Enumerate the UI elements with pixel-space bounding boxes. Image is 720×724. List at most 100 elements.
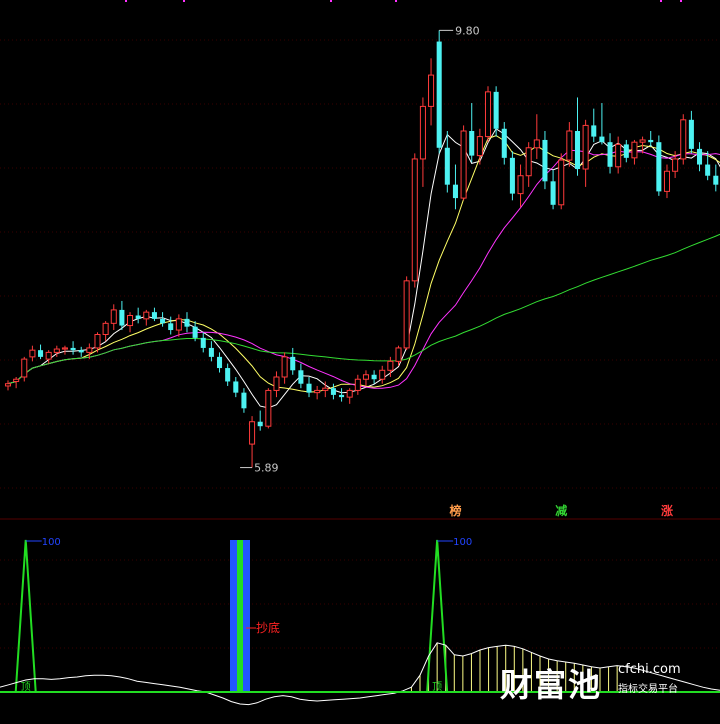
candle-body (444, 147, 450, 185)
candle (135, 307, 141, 324)
candle-body (290, 356, 296, 371)
candle-body (656, 142, 662, 192)
candle (160, 312, 166, 327)
candle (249, 416, 256, 468)
candle (656, 135, 662, 196)
candle-body (705, 164, 711, 176)
candle-body (241, 392, 247, 409)
candle-body (395, 347, 402, 362)
candle (591, 108, 597, 143)
candle-body (110, 309, 117, 324)
candle (493, 86, 499, 137)
candle-body (607, 142, 613, 167)
candle (623, 139, 629, 163)
candle (13, 377, 20, 389)
candle-body (346, 389, 353, 398)
candle (290, 347, 296, 375)
candle-body (281, 356, 288, 378)
candle (631, 139, 638, 165)
candle (151, 307, 157, 322)
stock-chart: 9.805.89榜减涨 抄底100顶100顶 (0, 0, 720, 706)
candle-body (102, 322, 109, 336)
candle (525, 142, 532, 187)
candle (38, 344, 44, 360)
candle-body (460, 130, 467, 199)
candle-body (208, 347, 214, 357)
candle (371, 370, 377, 384)
candle-body (688, 119, 694, 149)
candle (4, 380, 12, 391)
candle-body (419, 105, 426, 160)
candle-body (436, 41, 442, 148)
candle (184, 312, 190, 333)
candle-body (265, 389, 272, 427)
candle (70, 341, 76, 355)
candle-body (713, 175, 719, 185)
candle-body (175, 318, 182, 331)
candle (607, 133, 613, 174)
candle-body (273, 376, 280, 391)
candle-body (493, 91, 499, 129)
candle (469, 103, 475, 163)
candle-body (217, 356, 223, 369)
candle-body (428, 74, 435, 107)
candle (403, 276, 410, 351)
candle-body (38, 350, 44, 357)
candle-body (533, 139, 540, 149)
candle-body (582, 124, 589, 170)
candle (233, 377, 239, 398)
candle-body (225, 368, 231, 382)
candle-body (599, 136, 605, 143)
candle-body (168, 323, 174, 331)
candle-body (4, 383, 12, 387)
candle (175, 314, 182, 337)
candle (127, 312, 134, 333)
candle-body (558, 159, 565, 206)
candle-body (631, 141, 638, 159)
candle (550, 170, 556, 210)
candle (29, 345, 36, 362)
ma10-line (7, 135, 720, 393)
candle (517, 164, 524, 208)
candle (281, 352, 288, 384)
moving-average-lines (7, 128, 720, 409)
candle-body (151, 312, 157, 319)
candle (143, 309, 150, 326)
watermark-tagline: 指标交易平台 (618, 684, 678, 695)
candle-body (501, 128, 507, 158)
candle-body (135, 315, 141, 319)
watermark: 财富池 cfchi.com 指标交易平台 (500, 660, 690, 704)
candle-body (469, 131, 475, 156)
candle (688, 110, 694, 154)
candle (346, 388, 353, 404)
candle (599, 103, 605, 145)
spike-value-label: 100 (42, 537, 61, 548)
price-grid (0, 39, 720, 649)
candle (582, 119, 589, 187)
candle-body (53, 348, 60, 353)
candle (110, 304, 117, 331)
candle-body (200, 337, 206, 348)
top-marker (680, 0, 682, 2)
candle (354, 374, 361, 395)
candle (697, 142, 703, 172)
candle-body (663, 170, 671, 192)
watermark-url: cfchi.com (618, 662, 681, 677)
candle-body (387, 360, 394, 371)
top-spike (14, 539, 37, 693)
candle (273, 371, 280, 398)
candle-body (119, 309, 125, 326)
candle (265, 388, 272, 429)
candle-body (86, 347, 93, 353)
candlestick-series (4, 30, 719, 468)
candle-body (484, 91, 492, 138)
candle-body (452, 184, 458, 199)
signal-label: 涨 (661, 503, 673, 518)
top-marker (125, 0, 127, 2)
candle-body (322, 387, 329, 391)
candle-body (257, 421, 263, 427)
candle-body (371, 374, 377, 380)
candle-body (306, 383, 312, 393)
candle (168, 316, 174, 335)
candle-body (403, 280, 410, 349)
